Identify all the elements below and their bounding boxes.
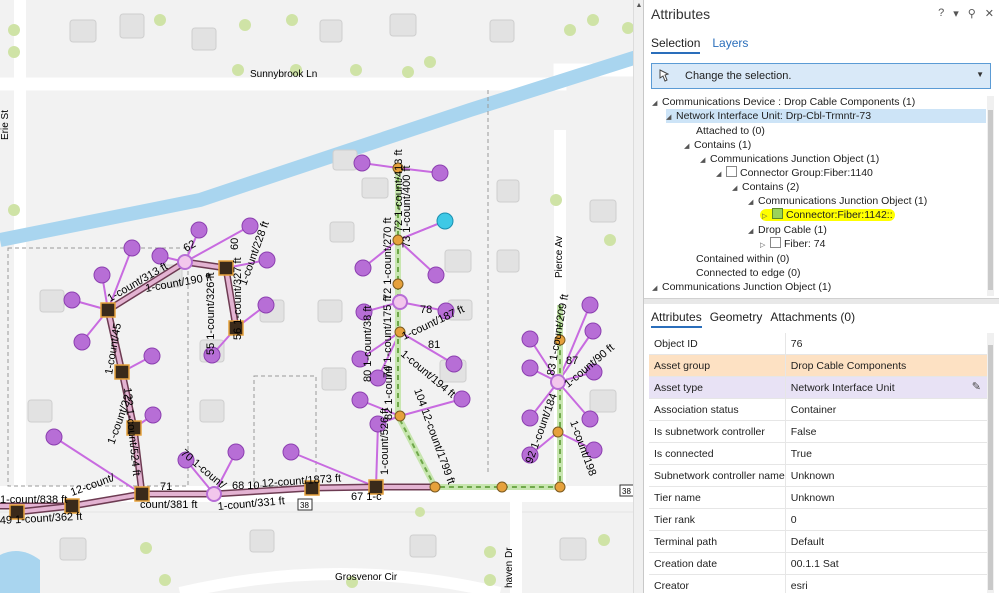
tree-node[interactable]: ◢ Communications Junction Object (1): [652, 280, 831, 294]
scroll-thumb[interactable]: [988, 110, 993, 290]
dropdown-label: Change the selection.: [685, 70, 792, 82]
selected-network-interface-unit[interactable]: [436, 212, 454, 230]
tree-node[interactable]: ◢ Contains (1): [684, 138, 751, 152]
edit-asset-type-icon[interactable]: ✎: [972, 380, 981, 393]
tree-node[interactable]: Attached to (0): [696, 124, 765, 138]
table-row[interactable]: Object ID 76: [649, 333, 987, 355]
map-scrollbar[interactable]: ▲: [633, 0, 643, 593]
tree-scrollbar[interactable]: [987, 96, 994, 296]
map-view[interactable]: Sunnybrook Ln Grosvenor Cir Pierce Av Er…: [0, 0, 643, 593]
tab-attachments[interactable]: Attachments (0): [770, 310, 855, 328]
association-tree: ◢ Communications Device : Drop Cable Comp…: [644, 95, 991, 295]
table-row[interactable]: Creation date 00.1.1 Sat: [649, 552, 987, 575]
tree-node[interactable]: ◢ Contains (2): [732, 180, 799, 194]
scroll-thumb[interactable]: [988, 345, 993, 590]
scroll-up-icon[interactable]: ▲: [634, 2, 643, 12]
selection-cursor-icon: [659, 69, 670, 82]
expand-icon: ◢: [684, 143, 690, 150]
expand-icon: ◢: [748, 199, 754, 206]
pane-controls: ? ▾ ⚲ ✕: [938, 7, 994, 20]
menu-icon[interactable]: ▾: [953, 7, 959, 20]
cable-label: 1-count/526 ft: [379, 408, 391, 475]
close-icon[interactable]: ✕: [985, 7, 994, 20]
table-row[interactable]: Asset type Network Interface Unit ✎: [649, 376, 987, 399]
connector-group-icon: [726, 166, 737, 177]
cable-label: 80 1-count/38 ft: [362, 306, 374, 382]
tab-layers[interactable]: Layers: [712, 36, 748, 54]
street-label: Grosvenor Cir: [335, 572, 398, 583]
table-row[interactable]: Is connected True: [649, 442, 987, 465]
table-row[interactable]: Association status Container: [649, 398, 987, 421]
cable-label: 73 1-count/400 ft: [401, 165, 413, 248]
expand-icon: ◢: [666, 114, 672, 121]
expand-icon: ◢: [732, 185, 738, 192]
cable-label: 71: [160, 481, 172, 493]
cable-label: count/381 ft: [140, 499, 198, 511]
attributes-pane: Attributes ? ▾ ⚲ ✕ Selection Layers Chan…: [643, 0, 999, 593]
table-row[interactable]: Tier name Unknown: [649, 486, 987, 509]
map-canvas[interactable]: Sunnybrook Ln Grosvenor Cir Pierce Av Er…: [0, 0, 643, 593]
street-label: Pierce Av: [554, 236, 565, 278]
collapsed-icon: ▷: [762, 213, 768, 220]
cable-label: 56 1-count/327 ft: [232, 257, 244, 340]
cable-label: 55 1-count/326 ft: [205, 272, 217, 355]
top-tabs: Selection Layers: [651, 36, 748, 54]
tree-node[interactable]: ◢ Connector Group:Fiber:1140: [716, 166, 873, 180]
tab-attributes[interactable]: Attributes: [651, 310, 702, 328]
table-row[interactable]: Tier rank 0: [649, 508, 987, 531]
tab-geometry[interactable]: Geometry: [710, 310, 763, 328]
tree-node[interactable]: ◢ Communications Junction Object (1): [700, 152, 879, 166]
expand-icon: ◢: [716, 171, 722, 178]
detail-tabs: Attributes Geometry Attachments (0): [651, 310, 855, 328]
tree-node-highlighted[interactable]: ▷ Connector:Fiber:1142::: [760, 208, 895, 222]
street-label: haven Dr: [504, 547, 515, 588]
street-label: Erie St: [0, 110, 11, 140]
parcel-outline: [253, 375, 317, 487]
table-row[interactable]: Terminal path Default: [649, 530, 987, 553]
cable-label: 72 1-count/270 ft: [382, 217, 394, 300]
table-row[interactable]: Subnetwork controller name Unknown: [649, 464, 987, 487]
expand-icon: ◢: [652, 100, 658, 107]
help-icon[interactable]: ?: [938, 7, 944, 20]
connector-icon: [772, 208, 783, 219]
tree-node[interactable]: ◢ Communications Device : Drop Cable Comp…: [652, 95, 915, 109]
cable-label: 67 1-c: [351, 491, 382, 503]
tree-node[interactable]: Contained within (0): [696, 252, 789, 266]
collapsed-icon: ▷: [760, 242, 766, 249]
cable-label: 1-count/838 ft: [0, 494, 67, 506]
table-row[interactable]: Asset group Drop Cable Components: [649, 354, 987, 377]
cable-label: 78: [420, 304, 432, 316]
table-row[interactable]: Creator esri: [649, 574, 987, 593]
tree-node[interactable]: ◢ Communications Junction Object (1): [748, 194, 927, 208]
cable-label: 62: [182, 238, 199, 255]
pin-icon[interactable]: ⚲: [968, 7, 976, 20]
tree-node-selected[interactable]: ◢ Network Interface Unit: Drp-Cbl-Trmntr-…: [666, 109, 986, 123]
route-shield: 38: [300, 501, 309, 510]
pond: [0, 551, 40, 593]
pane-splitter[interactable]: [644, 298, 999, 304]
tree-node[interactable]: Connected to edge (0): [696, 266, 801, 280]
pane-title: Attributes: [651, 6, 711, 22]
fiber-icon: [770, 237, 781, 248]
cable-label: 81: [428, 339, 440, 351]
chevron-down-icon[interactable]: ▼: [976, 70, 984, 79]
cable-label: 60: [229, 238, 241, 250]
table-row[interactable]: Is subnetwork controller False: [649, 420, 987, 443]
route-shield: 38: [622, 487, 631, 496]
cable-label: 68 10: [232, 480, 260, 492]
expand-icon: ◢: [652, 285, 658, 292]
attribute-scrollbar[interactable]: [987, 333, 994, 593]
attribute-table: Object ID 76 Asset group Drop Cable Compon…: [649, 333, 987, 593]
change-selection-dropdown[interactable]: Change the selection. ▼: [651, 63, 991, 89]
tree-node[interactable]: ▷ Fiber: 74: [760, 237, 825, 251]
street-label: Sunnybrook Ln: [250, 69, 317, 80]
expand-icon: ◢: [700, 157, 706, 164]
expand-icon: ◢: [748, 228, 754, 235]
tab-selection[interactable]: Selection: [651, 36, 701, 54]
tree-node[interactable]: ◢ Drop Cable (1): [748, 223, 827, 237]
cable-label: 87: [566, 355, 578, 367]
